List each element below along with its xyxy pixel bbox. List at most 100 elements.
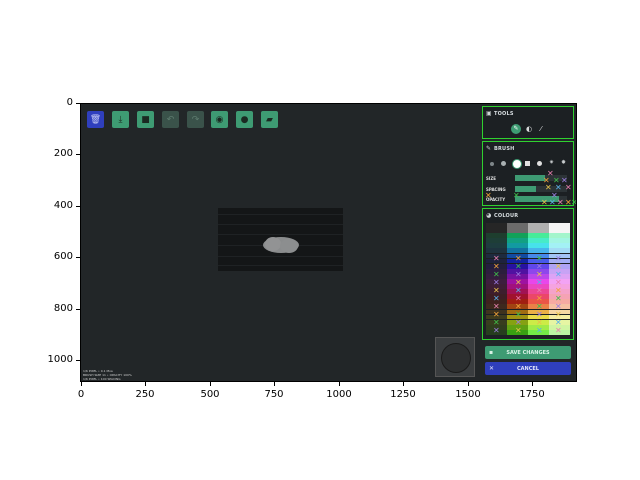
footer-line: 1/6 PIXEL • 100 SPACING: [83, 377, 121, 381]
redo-button[interactable]: ↷: [187, 111, 204, 128]
colour-swatch[interactable]: [528, 238, 549, 244]
x-tick-label: 1250: [390, 389, 416, 400]
picker-tool-button[interactable]: ⁄: [536, 124, 546, 134]
x-tick-label: 1750: [519, 389, 545, 400]
tools-panel-title: TOOLS: [494, 111, 514, 117]
x-tick-mark: [403, 382, 404, 386]
brush-preview: [435, 337, 475, 377]
x-tick-label: 250: [135, 389, 155, 400]
overlay-cross-marker: ✕: [541, 198, 548, 207]
overlay-cross-marker: ✕: [571, 199, 576, 207]
camera-icon: ◉: [215, 114, 224, 125]
x-tick-mark: [274, 382, 275, 386]
canvas-stroke: [218, 234, 343, 235]
colour-swatch[interactable]: [528, 223, 549, 228]
colour-swatch[interactable]: [528, 248, 549, 254]
size-slider-label: SIZE: [486, 176, 497, 181]
overlay-cross-marker: ✕: [549, 198, 556, 207]
brush-shape-option[interactable]: [525, 161, 530, 166]
save-changes-button[interactable]: ▪ SAVE CHANGES: [485, 346, 571, 359]
colour-swatch[interactable]: [486, 223, 507, 228]
brush-tool-button[interactable]: ✎: [511, 124, 521, 134]
save-icon: ▪: [489, 349, 494, 356]
brush-preview-circle: [441, 343, 471, 373]
x-tick-mark: [81, 382, 82, 386]
brush-shape-option[interactable]: ✷: [549, 160, 555, 166]
undo-icon: ↶: [166, 114, 175, 125]
picker-icon: ⁄: [540, 125, 542, 133]
camera-button[interactable]: ◉: [211, 111, 228, 128]
overlay-cross-marker: ✕: [515, 326, 522, 335]
colour-swatch[interactable]: [486, 238, 507, 244]
overlay-cross-marker: ✕: [493, 326, 500, 335]
colour-swatch[interactable]: [528, 233, 549, 238]
overlay-cross-marker: ✕: [536, 326, 543, 335]
trash-button[interactable]: 🗑: [87, 111, 104, 128]
save-button[interactable]: ■: [137, 111, 154, 128]
colour-swatch[interactable]: [507, 228, 528, 233]
colour-swatch[interactable]: [549, 228, 570, 233]
brush-shape-option[interactable]: [490, 162, 494, 166]
overlay-cross-marker: ✕: [513, 191, 520, 200]
brush-shape-option[interactable]: [537, 161, 542, 166]
colour-swatch[interactable]: [486, 228, 507, 233]
colour-swatch[interactable]: [528, 228, 549, 233]
y-tick-label: 800: [53, 303, 73, 314]
trash-icon: 🗑: [89, 114, 102, 125]
colour-swatch[interactable]: [549, 238, 570, 244]
colour-swatch[interactable]: [549, 233, 570, 238]
colour-swatch[interactable]: [486, 233, 507, 238]
brush-icon: ✎: [486, 145, 492, 152]
x-tick-label: 1000: [326, 389, 352, 400]
download-button[interactable]: ⤓: [112, 111, 129, 128]
x-tick-mark: [468, 382, 469, 386]
cancel-button[interactable]: ✕ CANCEL: [485, 362, 571, 375]
hint-button[interactable]: ●: [236, 111, 253, 128]
colour-swatch[interactable]: [549, 248, 570, 254]
brush-shape-option[interactable]: ✸: [561, 160, 567, 166]
paint-app-frame: 🗑 ⤓ ■ ↶ ↷ ◉ ● ▰ 1/6 PIXEL • 0.1 Moa BRUS…: [80, 103, 577, 382]
x-tick-label: 1500: [455, 389, 481, 400]
colour-swatch[interactable]: [507, 248, 528, 254]
y-tick-label: 200: [53, 148, 73, 159]
cancel-label: CANCEL: [517, 365, 539, 372]
undo-button[interactable]: ↶: [162, 111, 179, 128]
y-tick-label: 0: [66, 97, 73, 108]
colour-swatch[interactable]: [507, 243, 528, 249]
brush-icon: ✎: [513, 125, 519, 132]
colour-swatch[interactable]: [528, 243, 549, 249]
y-tick-label: 400: [53, 200, 73, 211]
brush-shape-option[interactable]: [501, 161, 506, 166]
chat-button[interactable]: ▰: [261, 111, 278, 128]
colour-swatch[interactable]: [507, 223, 528, 228]
x-tick-mark: [210, 382, 211, 386]
save-changes-label: SAVE CHANGES: [506, 349, 550, 356]
eraser-tool-button[interactable]: ◐: [524, 124, 534, 134]
brush-panel: ✎ BRUSH ✷ ✸ SIZE SPACING OPACITY ✕ ✕ ✕ ✕…: [482, 141, 576, 207]
y-tick-label: 600: [53, 251, 73, 262]
canvas-stroke: [218, 265, 343, 266]
eraser-icon: ◐: [525, 125, 533, 133]
brush-panel-title: BRUSH: [494, 146, 515, 152]
y-tick-label: 1000: [47, 354, 73, 365]
lightbulb-icon: ●: [240, 114, 249, 125]
colour-swatch[interactable]: [549, 223, 570, 228]
canvas-stroke: [218, 224, 343, 225]
overlay-cross-marker: ✕: [565, 183, 572, 192]
close-icon: ✕: [489, 365, 495, 372]
overlay-cross-marker: ✕: [557, 198, 564, 207]
colour-swatch[interactable]: [549, 243, 570, 249]
colour-swatch[interactable]: [486, 248, 507, 254]
download-icon: ⤓: [118, 114, 123, 125]
colour-panel: ◕ COLOUR ✕ ✕ ✕ ✕ ✕ ✕ ✕ ✕ ✕ ✕ ✕ ✕ ✕ ✕ ✕ ✕ ✕ ✕ ✕ ✕ ✕ ✕ ✕ ✕ ✕ ✕ ✕ ✕ ✕ ✕ ✕…: [482, 208, 574, 340]
redo-icon: ↷: [191, 114, 200, 125]
brush-shape-option-selected[interactable]: [512, 159, 522, 169]
brush-shape-row: ✷ ✸: [487, 158, 571, 170]
colour-swatch[interactable]: [486, 243, 507, 249]
canvas-stroke: [218, 214, 343, 215]
overlay-cross-marker: ✕: [555, 326, 562, 335]
colour-swatch[interactable]: [507, 238, 528, 244]
x-tick-mark: [532, 382, 533, 386]
colour-swatch[interactable]: [507, 233, 528, 238]
canvas-stroke: [218, 256, 343, 257]
